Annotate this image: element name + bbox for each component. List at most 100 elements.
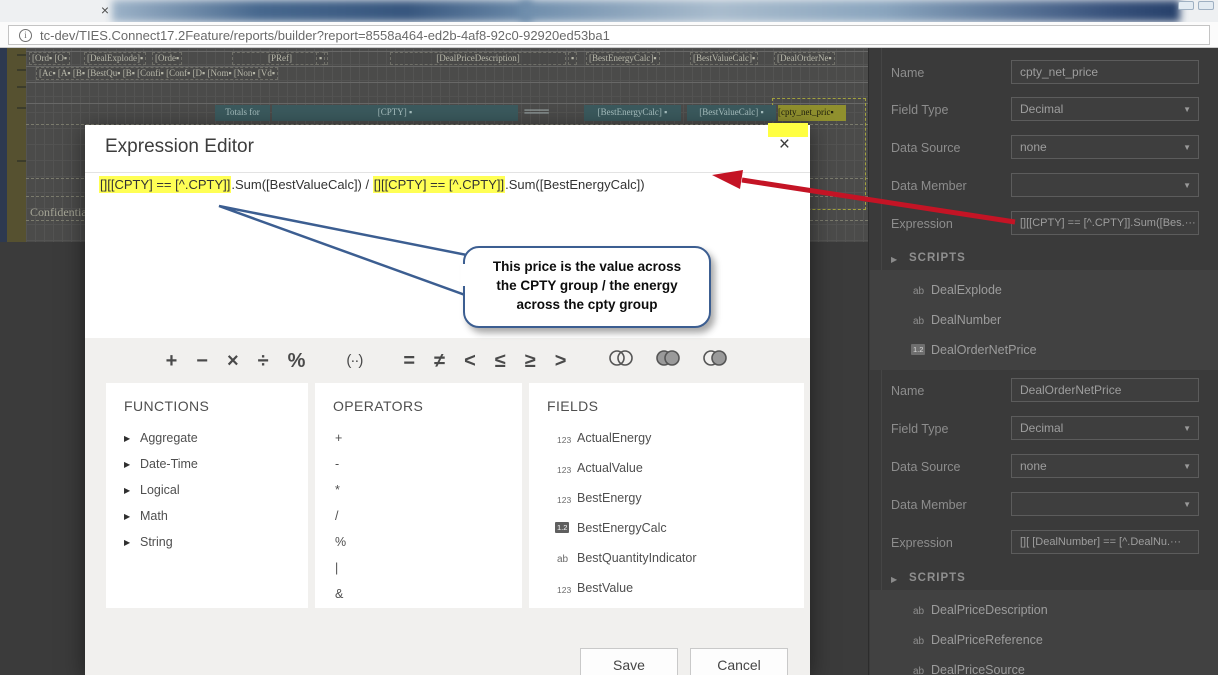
data-source-select[interactable]: none▼ [1011,454,1199,478]
operator-item[interactable]: + [335,431,342,445]
canvas-band-column [7,48,26,242]
greater-than-icon[interactable]: > [555,346,567,376]
operator-item[interactable]: * [335,483,340,497]
fields-panel: FIELDS 123 ActualEnergy 123 ActualValue … [529,383,804,608]
canvas-detail-row[interactable]: [Ac▪ [A▪ [B▪ [BestQu▪ [B▪ [Confi▪ [Conf▪… [36,67,278,80]
name-input[interactable] [1011,378,1199,402]
greater-equal-icon[interactable]: ≥ [525,346,536,376]
operator-item[interactable]: | [335,561,338,575]
operator-item[interactable]: % [335,535,346,549]
window-close-button[interactable] [1198,1,1214,10]
panel-title: OPERATORS [333,398,423,414]
operator-item[interactable]: - [335,457,339,471]
field-item[interactable]: ActualValue [577,461,643,475]
data-member-select[interactable]: ▼ [1011,173,1199,197]
calc-field-icon: 1.2 [911,344,925,355]
expander-icon[interactable]: ▶ [891,575,897,584]
canvas-cell[interactable]: [DealOrderNe▪ [774,52,835,65]
field-item[interactable]: BestEnergyCalc [577,521,667,535]
canvas-cell[interactable]: [BestEnergyCalc]▪ [586,52,660,65]
best-value-calc-cell[interactable]: [BestValueCalc] ▪ [687,105,776,121]
blurred-tab[interactable] [112,0,532,22]
expression-value: [][ [DealNumber] == [^.DealNu.··· [1020,536,1181,548]
less-than-icon[interactable]: < [464,346,476,376]
data-member-select[interactable]: ▼ [1011,492,1199,516]
dropdown-caret-icon: ▼ [1183,501,1191,509]
plus-icon[interactable]: + [166,346,178,376]
divide-icon[interactable]: ÷ [258,346,269,376]
url-text[interactable]: tc-dev/TIES.Connect17.2Feature/reports/b… [40,28,610,43]
data-source-value: none [1020,140,1047,154]
venn-right-filled-icon[interactable] [701,346,729,376]
name-label: Name [891,384,924,398]
field-item[interactable]: BestValue [577,581,633,595]
scripts-section-header[interactable]: SCRIPTS [909,252,966,264]
functions-item-date-time[interactable]: Date-Time [140,457,198,471]
totals-for-cell[interactable]: Totals for [215,105,270,121]
functions-item-logical[interactable]: Logical [140,483,180,497]
field-type-select[interactable]: Decimal▼ [1011,97,1199,121]
cpty-cell[interactable]: [CPTY] ▪ [272,105,518,121]
save-button[interactable]: Save [580,648,678,675]
scripts-section-header[interactable]: SCRIPTS [909,572,966,584]
data-source-label: Data Source [891,141,960,155]
field-type-select[interactable]: Decimal▼ [1011,416,1199,440]
field-item[interactable]: ActualEnergy [577,431,651,445]
functions-item-aggregate[interactable]: Aggregate [140,431,198,445]
equals-icon[interactable]: = [403,346,415,376]
window-maximize-button[interactable] [1178,1,1194,10]
venn-filled-icon[interactable] [654,346,682,376]
expression-input[interactable]: [][[CPTY] == [^.CPTY]].Sum([Bes.··· [1011,211,1199,235]
canvas-cell[interactable]: [Ord▪ [O▪ [29,52,70,65]
dropdown-caret-icon: ▼ [1183,463,1191,471]
tab-close-icon[interactable]: × [96,1,114,19]
dialog-title: Expression Editor [105,136,254,158]
expander-icon[interactable]: ▶ [124,434,130,443]
site-info-icon[interactable]: i [19,29,32,42]
canvas-cell[interactable]: [DealPriceDescription] [390,52,566,65]
script-item[interactable]: DealOrderNetPrice [931,343,1037,357]
operator-item[interactable]: / [335,509,338,523]
venn-outline-icon[interactable] [607,346,635,376]
cpty-net-price-cell[interactable]: [cpty_net_pric▪ [778,105,846,121]
best-energy-calc-cell[interactable]: [BestEnergyCalc] ▪ [584,105,681,121]
script-item[interactable]: DealPriceDescription [931,603,1048,617]
expression-text[interactable]: [][[CPTY] == [^.CPTY]].Sum([BestValueCal… [99,177,645,192]
expander-icon[interactable]: ▶ [124,538,130,547]
separator-cell[interactable]: ===== [524,107,548,118]
functions-item-string[interactable]: String [140,535,173,549]
script-item[interactable]: DealPriceReference [931,633,1043,647]
callout-text-line: across the cpty group [465,295,709,314]
field-item[interactable]: BestQuantityIndicator [577,551,697,565]
less-equal-icon[interactable]: ≤ [495,346,506,376]
field-item[interactable]: BestEnergy [577,491,642,505]
percent-icon[interactable]: % [288,346,306,376]
canvas-cell[interactable]: [DealExplode]▪ [84,52,146,65]
data-source-select[interactable]: none▼ [1011,135,1199,159]
script-item[interactable]: DealExplode [931,283,1002,297]
canvas-cell[interactable]: [Orde▪ [152,52,182,65]
expander-icon[interactable]: ▶ [891,255,897,264]
minus-icon[interactable]: − [196,346,208,376]
not-equals-icon[interactable]: ≠ [434,346,445,376]
expander-icon[interactable]: ▶ [124,486,130,495]
expander-icon[interactable]: ▶ [124,460,130,469]
script-item[interactable]: DealNumber [931,313,1001,327]
close-icon[interactable]: × [779,134,790,156]
functions-item-math[interactable]: Math [140,509,168,523]
canvas-cell[interactable]: ▪ [568,52,577,65]
expander-icon[interactable]: ▶ [124,512,130,521]
multiply-icon[interactable]: × [227,346,239,376]
script-item[interactable]: DealPriceSource [931,663,1025,675]
calc-field-icon: 1.2 [555,522,569,533]
operator-item[interactable]: & [335,587,343,601]
cancel-button[interactable]: Cancel [690,648,788,675]
parentheses-icon[interactable]: (··) [346,346,362,376]
name-input[interactable] [1011,60,1199,84]
canvas-cell[interactable]: [BestValueCalc]▪ [690,52,758,65]
address-bar[interactable]: i tc-dev/TIES.Connect17.2Feature/reports… [8,25,1210,45]
field-type-value: Decimal [1020,102,1063,116]
expression-input[interactable]: [][ [DealNumber] == [^.DealNu.··· [1011,530,1199,554]
canvas-cell[interactable]: ▪ [316,52,325,65]
canvas-cell[interactable]: [PRef] [232,52,328,65]
